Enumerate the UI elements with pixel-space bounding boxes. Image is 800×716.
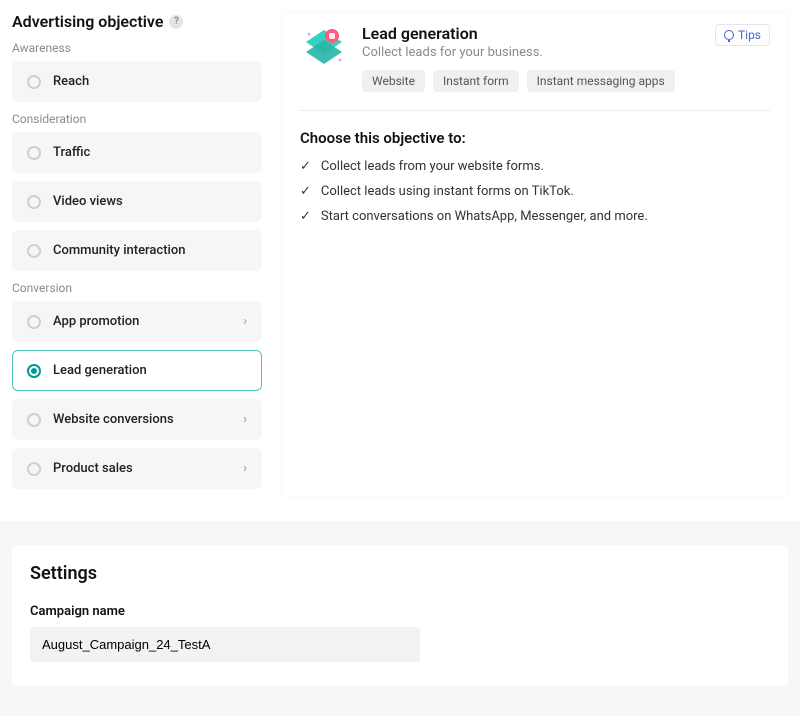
objective-label: App promotion [53, 314, 139, 329]
benefit-text: Start conversations on WhatsApp, Messeng… [321, 209, 648, 224]
benefit-item: ✓ Collect leads using instant forms on Ti… [300, 184, 770, 199]
sidebar-title: Advertising objective ? [12, 12, 262, 31]
objective-label: Website conversions [53, 412, 174, 427]
radio-icon [27, 413, 41, 427]
radio-icon [27, 75, 41, 89]
tips-button[interactable]: Tips [715, 24, 770, 46]
radio-icon [27, 146, 41, 160]
objective-label: Reach [53, 74, 89, 89]
objective-item-product-sales[interactable]: Product sales › [12, 448, 262, 489]
detail-title: Lead generation [362, 24, 675, 43]
objective-sidebar: Advertising objective ? Awareness Reach Co… [12, 12, 262, 497]
chip-website: Website [362, 70, 425, 92]
check-icon: ✓ [300, 184, 311, 199]
objective-item-traffic[interactable]: Traffic [12, 132, 262, 173]
radio-icon [27, 462, 41, 476]
objective-label: Video views [53, 194, 123, 209]
campaign-name-label: Campaign name [30, 604, 770, 619]
choose-title: Choose this objective to: [300, 129, 770, 147]
detail-chips: Website Instant form Instant messaging app… [362, 70, 675, 92]
settings-card: Settings Campaign name [12, 545, 788, 686]
benefit-text: Collect leads from your website forms. [321, 159, 544, 174]
objective-item-reach[interactable]: Reach [12, 61, 262, 102]
objective-item-community-interaction[interactable]: Community interaction [12, 230, 262, 271]
objective-item-video-views[interactable]: Video views [12, 181, 262, 222]
chip-instant-form: Instant form [433, 70, 519, 92]
campaign-name-input[interactable] [30, 627, 420, 662]
radio-icon [27, 195, 41, 209]
objective-item-lead-generation[interactable]: Lead generation [12, 350, 262, 391]
objective-label: Traffic [53, 145, 90, 160]
settings-title: Settings [30, 563, 770, 584]
group-label: Awareness [12, 41, 262, 55]
objective-detail-panel: Tips Lead generation Collect leads for y… [282, 12, 788, 497]
sidebar-title-text: Advertising objective [12, 12, 163, 31]
benefit-text: Collect leads using instant forms on Tik… [321, 184, 574, 199]
objective-label: Product sales [53, 461, 133, 476]
chevron-right-icon: › [243, 461, 247, 476]
radio-icon [27, 364, 41, 378]
radio-icon [27, 244, 41, 258]
chip-instant-messaging-apps: Instant messaging apps [527, 70, 675, 92]
objective-item-website-conversions[interactable]: Website conversions › [12, 399, 262, 440]
chevron-right-icon: › [243, 412, 247, 427]
benefit-item: ✓ Collect leads from your website forms. [300, 159, 770, 174]
chevron-right-icon: › [243, 314, 247, 329]
radio-icon [27, 315, 41, 329]
check-icon: ✓ [300, 209, 311, 224]
group-label: Consideration [12, 112, 262, 126]
objective-item-app-promotion[interactable]: App promotion › [12, 301, 262, 342]
detail-subtitle: Collect leads for your business. [362, 45, 675, 60]
tips-label: Tips [738, 28, 761, 42]
objective-label: Community interaction [53, 243, 185, 258]
objective-label: Lead generation [53, 363, 147, 378]
group-label: Conversion [12, 281, 262, 295]
benefit-item: ✓ Start conversations on WhatsApp, Messen… [300, 209, 770, 224]
help-icon[interactable]: ? [169, 15, 183, 29]
lightbulb-icon [724, 30, 734, 40]
check-icon: ✓ [300, 159, 311, 174]
lead-generation-icon [300, 24, 348, 72]
